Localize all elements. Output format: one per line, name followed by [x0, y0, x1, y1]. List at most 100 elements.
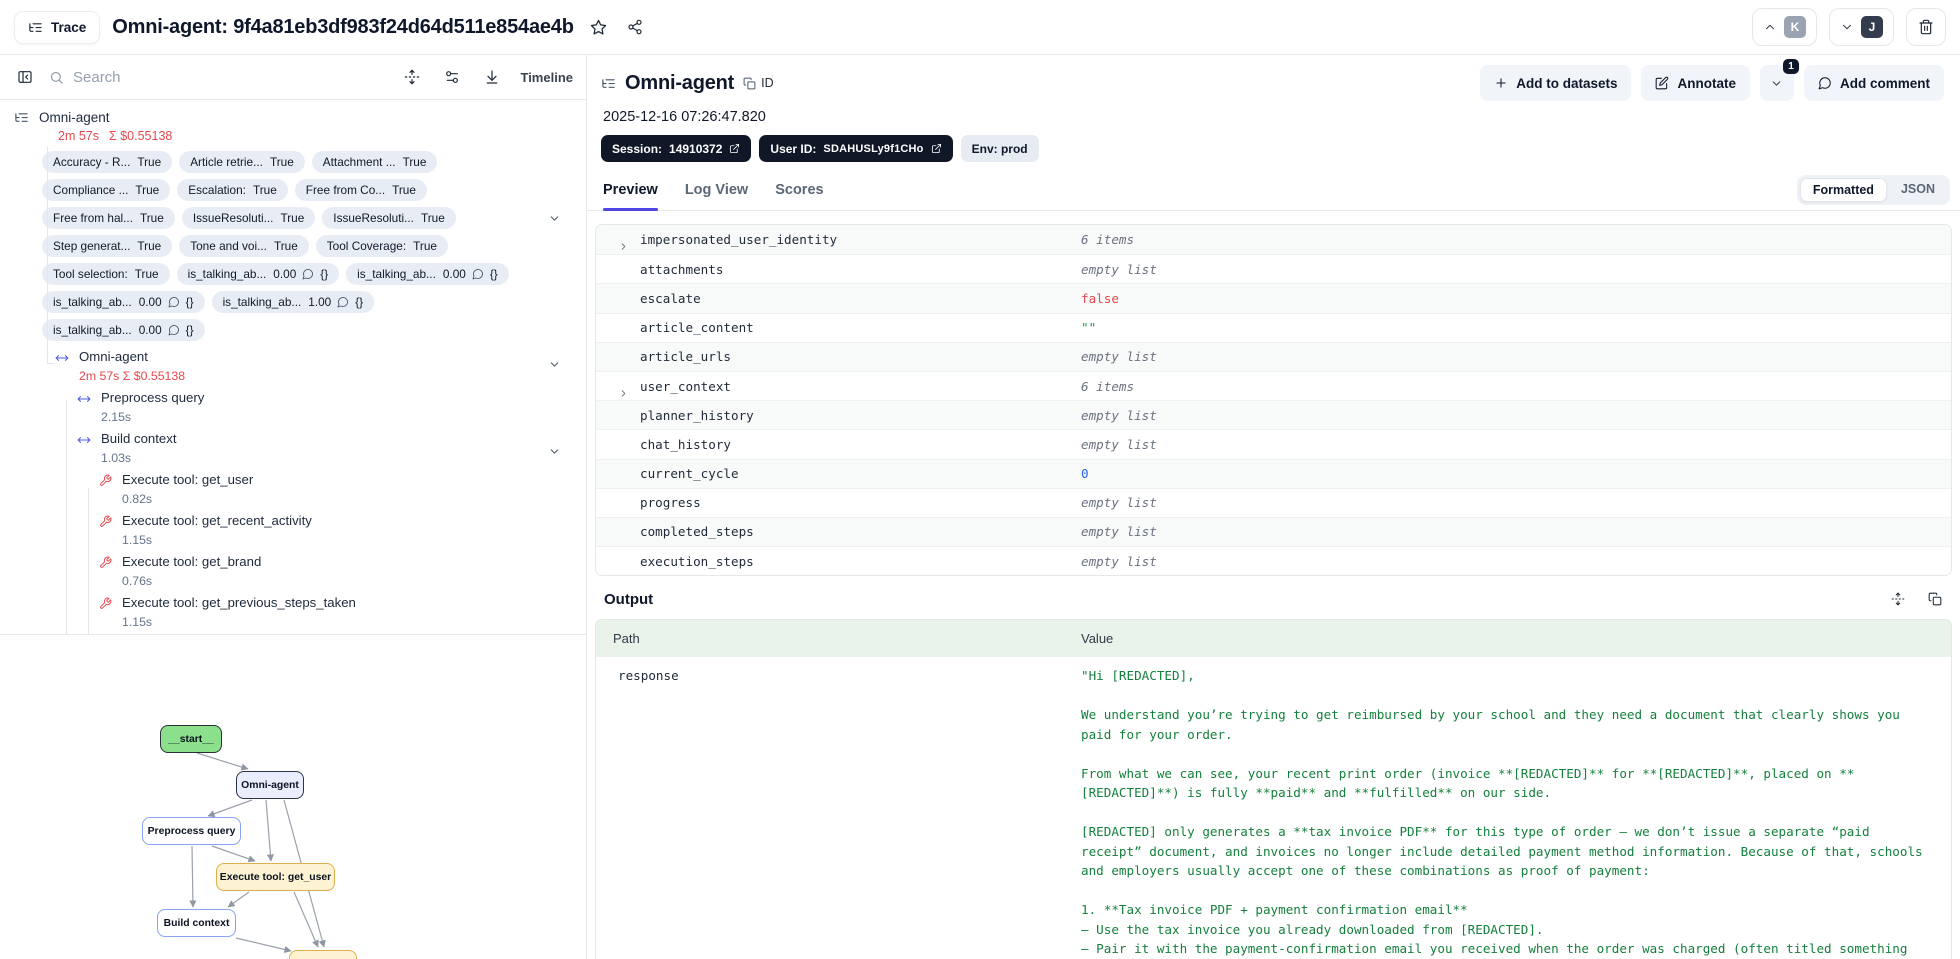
prev-trace-button[interactable]: K [1752, 8, 1817, 46]
row-value: empty list [1081, 436, 1157, 452]
comment-icon [337, 296, 349, 308]
output-table-header: Path Value [596, 620, 1951, 658]
tree-guide-elbow [47, 363, 54, 364]
tab-log-view[interactable]: Log View [685, 170, 748, 210]
graph-node[interactable] [289, 950, 357, 959]
preview-row: planner_history empty list [596, 400, 1951, 430]
score-badge[interactable]: Compliance ... True [42, 179, 171, 201]
span-icon [77, 392, 91, 406]
annotate-button[interactable]: Annotate [1641, 65, 1750, 101]
sliders-icon [444, 69, 460, 85]
session-link-pill[interactable]: Session: 14910372 [601, 135, 752, 162]
score-badge[interactable]: Attachment ... True [311, 151, 438, 173]
score-badge[interactable]: is_talking_ab... 0.00{} [176, 263, 340, 285]
agent-graph: __start__ Omni-agent Preprocess query Execu… [0, 635, 586, 959]
add-to-datasets-button[interactable]: Add to datasets [1480, 65, 1632, 101]
share-button[interactable] [623, 15, 647, 39]
trace-timestamp: 2025-12-16 07:26:47.820 [603, 109, 766, 125]
preview-row: progress empty list [596, 487, 1951, 517]
preview-row: chat_history empty list [596, 429, 1951, 459]
chevron-right-icon[interactable] [618, 388, 629, 399]
root-span-row[interactable]: Omni-agent [0, 108, 586, 126]
collapse-chevron-icon[interactable] [548, 445, 561, 458]
annotate-dropdown-button[interactable]: 1 [1759, 59, 1799, 101]
bookmark-star-button[interactable] [586, 15, 611, 40]
row-key: article_content [640, 320, 754, 336]
score-badge[interactable]: Tool selection: True [42, 263, 170, 285]
delete-trace-button[interactable] [1906, 8, 1946, 46]
toggle-json[interactable]: JSON [1889, 178, 1947, 202]
trace-meta-pills: Session: 14910372 User ID: SDAHUSLy9f1CH… [601, 135, 1944, 162]
star-icon [590, 19, 607, 36]
score-badge[interactable]: is_talking_ab... 0.00{} [346, 263, 509, 285]
timeline-toggle[interactable]: Timeline [520, 70, 573, 85]
value-column-header: Value [1081, 631, 1114, 647]
row-key: completed_steps [640, 524, 754, 540]
root-span-name: Omni-agent [39, 109, 110, 125]
row-key: impersonated_user_identity [596, 232, 1081, 250]
preview-content: impersonated_user_identity 6 items attachm… [587, 211, 1960, 959]
tab-scores[interactable]: Scores [775, 170, 823, 210]
score-badge[interactable]: Tone and voi... True [179, 235, 309, 257]
shortcut-k-badge: K [1784, 16, 1806, 38]
chevron-down-icon [1840, 20, 1854, 34]
next-trace-button[interactable]: J [1829, 8, 1894, 46]
score-badge[interactable]: Accuracy - R... True [42, 151, 173, 173]
view-settings-button[interactable] [440, 65, 464, 89]
preview-row: impersonated_user_identity 6 items [596, 225, 1951, 255]
output-copy-button[interactable] [1924, 588, 1946, 610]
expand-collapse-all-button[interactable] [400, 65, 424, 89]
score-badge[interactable]: Article retrie... True [179, 151, 305, 173]
shortcut-j-badge: J [1861, 16, 1883, 38]
path-column-header: Path [613, 631, 640, 647]
copy-id-button[interactable]: ID [743, 76, 774, 90]
graph-node[interactable]: Build context [157, 909, 236, 937]
tab-preview[interactable]: Preview [603, 170, 658, 211]
score-badge[interactable]: is_talking_ab... 1.00{} [211, 291, 375, 313]
score-badge[interactable]: Free from hal... True [42, 207, 175, 229]
output-title: Output [604, 590, 654, 608]
span-row[interactable]: Preprocess query 2.15s [0, 390, 586, 424]
score-badge[interactable]: Escalation: True [177, 179, 288, 201]
user-link-pill[interactable]: User ID: SDAHUSLy9f1CHo [759, 135, 953, 162]
tree-guide-line [47, 146, 48, 363]
add-comment-button[interactable]: Add comment [1803, 65, 1944, 101]
graph-node[interactable]: Execute tool: get_user [216, 863, 335, 891]
output-expand-button[interactable] [1887, 588, 1909, 610]
badge-row: Free from hal... True IssueResoluti... True… [42, 207, 586, 229]
score-badge[interactable]: Tool Coverage: True [315, 235, 448, 257]
download-button[interactable] [480, 65, 504, 89]
span-texts: Omni-agent 2m 57s Σ $0.55138 [79, 349, 186, 383]
score-badge[interactable]: IssueResoluti... True [181, 207, 316, 229]
trace-badge[interactable]: Trace [14, 10, 101, 44]
span-row[interactable]: Omni-agent 2m 57s Σ $0.55138 [0, 349, 586, 383]
collapse-chevron-icon[interactable] [548, 212, 561, 225]
graph-node[interactable]: Omni-agent [236, 771, 304, 799]
graph-node[interactable]: Preprocess query [142, 817, 241, 845]
score-badge[interactable]: is_talking_ab... 0.00{} [42, 291, 205, 313]
toggle-formatted[interactable]: Formatted [1799, 178, 1887, 202]
collapse-sidebar-button[interactable] [13, 65, 37, 89]
graph-node[interactable]: __start__ [160, 725, 222, 753]
collapse-chevron-icon[interactable] [548, 358, 561, 371]
preview-row: article_content "" [596, 312, 1951, 342]
search-input[interactable] [73, 68, 389, 86]
output-response-row: response "Hi [REDACTED], We understand y… [596, 657, 1951, 959]
row-value: 0 [1081, 466, 1089, 482]
panel-left-icon [17, 69, 33, 85]
trace-label: Trace [51, 19, 87, 35]
span-texts: Preprocess query 2.15s [101, 390, 205, 424]
score-badge[interactable]: is_talking_ab... 0.00{} [42, 319, 205, 341]
wrench-icon [99, 597, 112, 610]
score-badge[interactable]: IssueResoluti... True [322, 207, 456, 229]
output-table: Path Value response "Hi [REDACTED], We u… [595, 619, 1952, 959]
chevron-right-icon[interactable] [618, 241, 629, 252]
wrench-icon [99, 556, 112, 569]
score-badge[interactable]: Free from Co... True [294, 179, 427, 201]
unfold-icon [1891, 592, 1905, 606]
badge-row: is_talking_ab... 0.00{} [42, 319, 586, 341]
row-key: escalate [640, 290, 701, 306]
trace-tree-sidebar: Timeline Omni-agent 2m 57s Σ $0.55138 Ac… [0, 55, 587, 959]
score-badge[interactable]: Step generat... True [42, 235, 173, 257]
span-row[interactable]: Build context 1.03s [0, 431, 586, 465]
